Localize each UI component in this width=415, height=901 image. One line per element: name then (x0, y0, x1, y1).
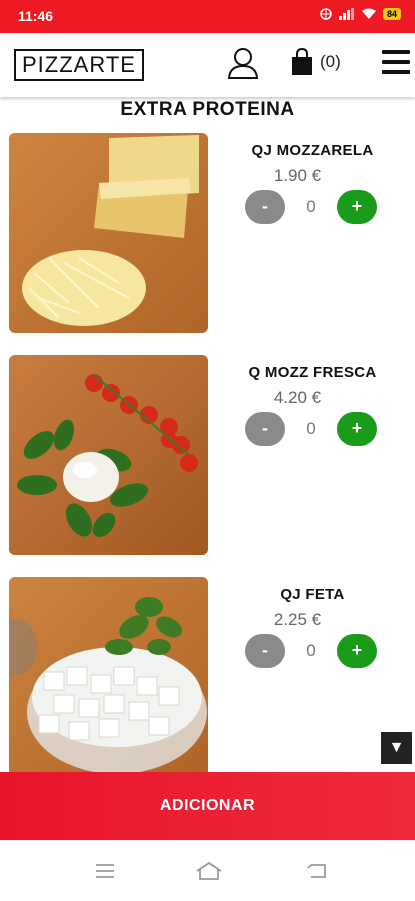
increase-button[interactable]: + (337, 634, 377, 668)
battery-indicator: 84 (382, 8, 401, 20)
product-price: 1.90 € (273, 166, 322, 185)
product-item: Q MOZZ FRESCA 4.20 € - 0 + (0, 355, 415, 555)
shopping-bag-icon (292, 48, 312, 75)
status-time: 11:46 (18, 8, 54, 24)
quantity-value: 0 (306, 641, 316, 660)
quantity-stepper: - 0 + (245, 190, 380, 226)
app-header: PIZZARTE (0) (0, 33, 415, 97)
quantity-stepper: - 0 + (245, 634, 380, 670)
decrease-button[interactable]: - (245, 190, 285, 224)
quantity-value: 0 (306, 197, 316, 216)
quantity-stepper: - 0 + (245, 412, 380, 448)
status-icons: 84 (319, 8, 401, 20)
home-icon[interactable] (195, 861, 223, 881)
product-item: QJ FETA 2.25 € - 0 + (0, 577, 415, 777)
cart-button[interactable]: (0) (290, 48, 341, 76)
product-name: QJ MOZZARELA (251, 142, 374, 159)
increase-button[interactable]: + (337, 412, 377, 446)
scroll-down-button[interactable]: ▼ (381, 732, 412, 764)
product-item: QJ MOZZARELA 1.90 € - 0 + (0, 133, 415, 333)
quantity-value: 0 (306, 419, 316, 438)
add-button[interactable]: ADICIONAR (0, 772, 415, 840)
back-icon[interactable] (305, 861, 329, 881)
system-nav-bar (0, 840, 415, 901)
wifi-icon (361, 8, 376, 19)
section-title: EXTRA PROTEINA (120, 99, 295, 120)
user-icon[interactable] (226, 46, 260, 80)
hamburger-menu-icon[interactable] (382, 50, 410, 80)
increase-button[interactable]: + (337, 190, 377, 224)
product-name: Q MOZZ FRESCA (248, 364, 377, 381)
signal-icon (320, 8, 332, 20)
recent-apps-icon[interactable] (94, 861, 116, 881)
decrease-button[interactable]: - (245, 634, 285, 668)
decrease-button[interactable]: - (245, 412, 285, 446)
product-price: 2.25 € (273, 610, 322, 629)
cellular-icon (338, 8, 354, 20)
product-image-feta (9, 577, 208, 777)
status-bar: 11:46 84 (0, 0, 415, 33)
product-image-mozzarella-fresca (9, 355, 208, 555)
logo[interactable]: PIZZARTE (14, 49, 144, 81)
product-price: 4.20 € (273, 388, 322, 407)
product-image-mozzarella (9, 133, 208, 333)
cart-count: (0) (320, 52, 341, 71)
product-name: QJ FETA (280, 586, 345, 603)
